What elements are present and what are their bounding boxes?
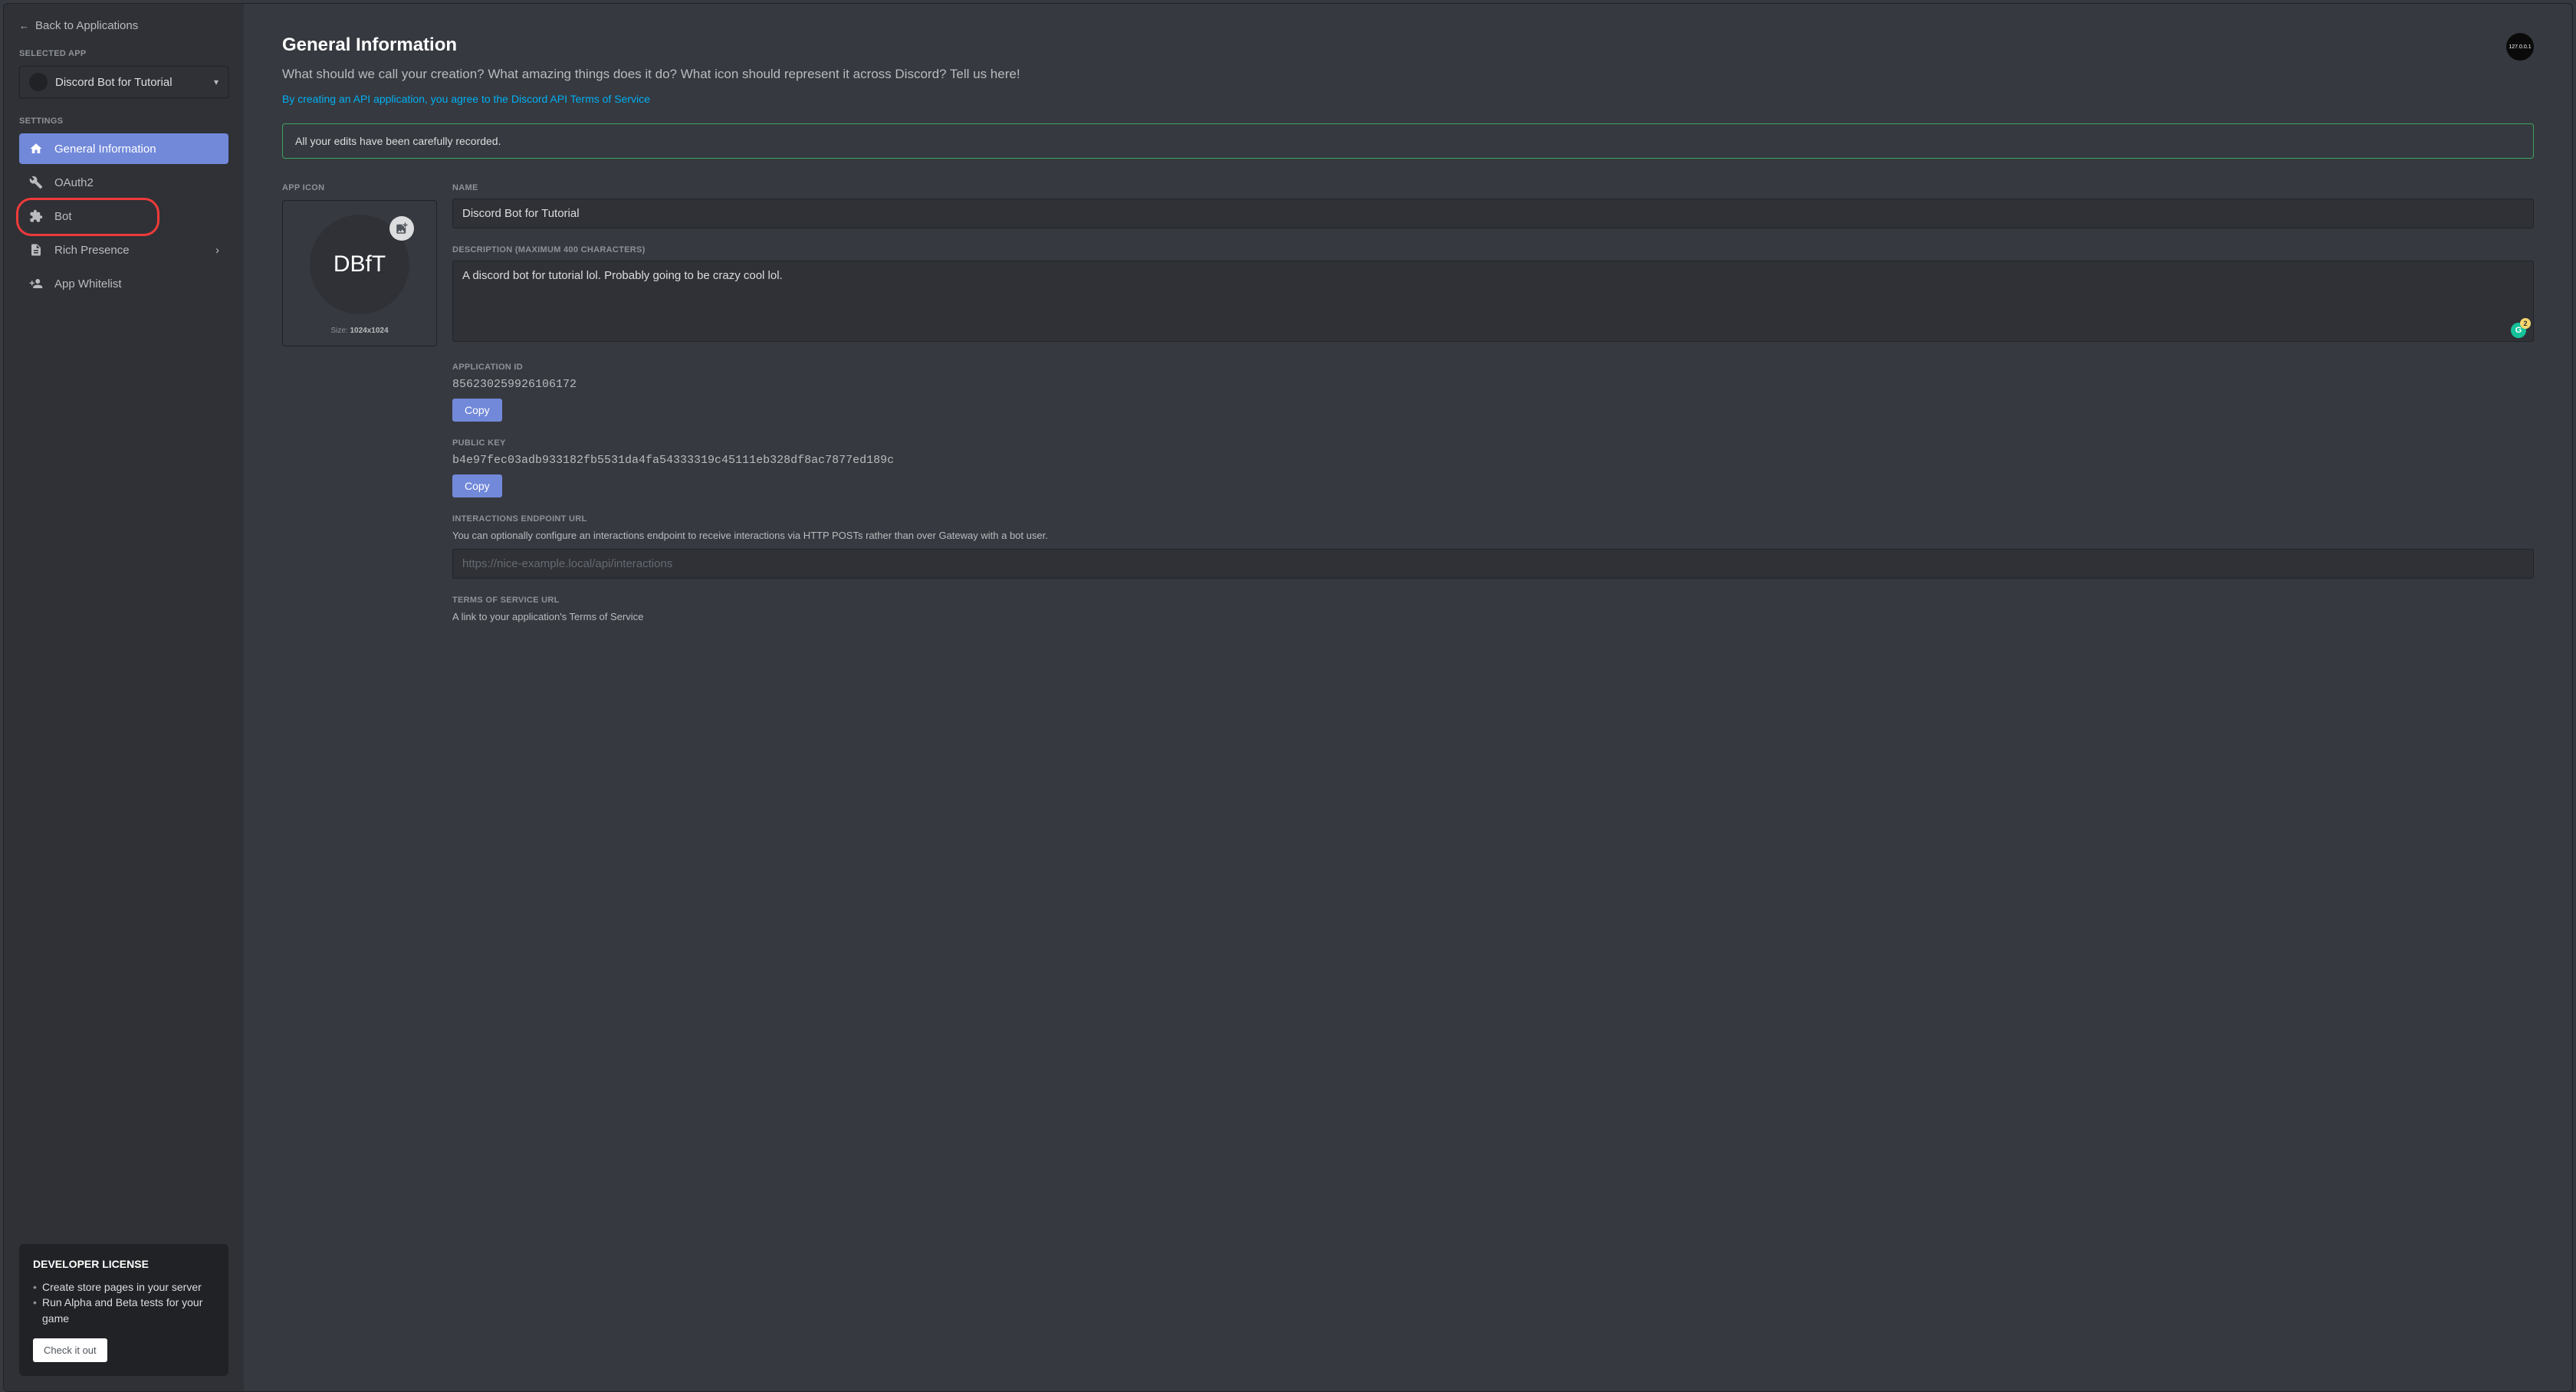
dev-license-title: DEVELOPER LICENSE (33, 1258, 215, 1270)
upload-image-icon[interactable] (389, 216, 414, 241)
grammarly-count-badge: 2 (2520, 318, 2531, 329)
tos-url-label: TERMS OF SERVICE URL (452, 596, 2534, 605)
application-id-label: APPLICATION ID (452, 363, 2534, 372)
developer-license-card: DEVELOPER LICENSE Create store pages in … (19, 1244, 228, 1376)
settings-nav: General Information OAuth2 Bot Rich Pr (19, 133, 228, 302)
app-avatar-icon (29, 73, 48, 91)
description-input[interactable] (452, 261, 2534, 342)
nav-oauth2[interactable]: OAuth2 (19, 167, 228, 198)
back-label: Back to Applications (35, 19, 138, 32)
nav-label: Rich Presence (54, 244, 130, 257)
nav-general-information[interactable]: General Information (19, 133, 228, 164)
interactions-endpoint-help: You can optionally configure an interact… (452, 530, 2534, 541)
nav-bot[interactable]: Bot (19, 201, 228, 231)
app-icon-section: APP ICON DBfT Size: 1024x1024 (282, 183, 437, 346)
page-title: General Information (282, 34, 2534, 56)
home-icon (28, 141, 44, 156)
page-icon (28, 242, 44, 258)
back-to-applications-link[interactable]: ← Back to Applications (19, 19, 228, 32)
copy-app-id-button[interactable]: Copy (452, 399, 502, 422)
chevron-down-icon: ▾ (214, 77, 219, 87)
public-key-value: b4e97fec03adb933182fb5531da4fa54333319c4… (452, 454, 2534, 467)
selected-app-label: SELECTED APP (19, 49, 228, 58)
app-icon-upload[interactable]: DBfT Size: 1024x1024 (282, 200, 437, 346)
public-key-label: PUBLIC KEY (452, 438, 2534, 448)
description-label: DESCRIPTION (MAXIMUM 400 CHARACTERS) (452, 245, 2534, 254)
nav-app-whitelist[interactable]: App Whitelist (19, 268, 228, 299)
nav-label: General Information (54, 143, 156, 156)
app-icon-initials: DBfT (334, 251, 386, 277)
app-icon-preview: DBfT (310, 215, 409, 314)
page-subtitle: What should we call your creation? What … (282, 67, 2534, 82)
person-add-icon (28, 276, 44, 291)
name-input[interactable] (452, 199, 2534, 228)
nav-label: Bot (54, 210, 72, 223)
selected-app-name: Discord Bot for Tutorial (55, 76, 206, 89)
app-selector-dropdown[interactable]: Discord Bot for Tutorial ▾ (19, 66, 228, 98)
sidebar: ← Back to Applications SELECTED APP Disc… (4, 4, 244, 1391)
app-icon-size-hint: Size: 1024x1024 (295, 327, 424, 335)
name-label: NAME (452, 183, 2534, 192)
interactions-endpoint-input[interactable] (452, 549, 2534, 579)
app-icon-label: APP ICON (282, 183, 437, 192)
tos-agreement-link[interactable]: By creating an API application, you agre… (282, 93, 650, 105)
arrow-left-icon: ← (19, 20, 29, 31)
settings-label: SETTINGS (19, 117, 228, 126)
interactions-endpoint-label: INTERACTIONS ENDPOINT URL (452, 514, 2534, 524)
tos-url-help: A link to your application's Terms of Se… (452, 611, 2534, 622)
application-id-value: 856230259926106172 (452, 378, 2534, 391)
puzzle-icon (28, 208, 44, 224)
wrench-icon (28, 175, 44, 190)
brand-badge-icon: 127.0.0.1 (2506, 33, 2534, 61)
copy-public-key-button[interactable]: Copy (452, 474, 502, 497)
chevron-right-icon: › (215, 244, 219, 257)
main-content: 127.0.0.1 General Information What shoul… (244, 4, 2572, 1391)
dev-license-bullet: Create store pages in your server (33, 1279, 215, 1295)
dev-license-bullet: Run Alpha and Beta tests for your game (33, 1295, 215, 1326)
save-notice: All your edits have been carefully recor… (282, 123, 2534, 159)
nav-rich-presence[interactable]: Rich Presence › (19, 235, 228, 265)
grammarly-icon[interactable]: G 2 (2511, 323, 2526, 338)
check-it-out-button[interactable]: Check it out (33, 1338, 107, 1362)
nav-label: OAuth2 (54, 176, 94, 189)
nav-label: App Whitelist (54, 277, 122, 291)
